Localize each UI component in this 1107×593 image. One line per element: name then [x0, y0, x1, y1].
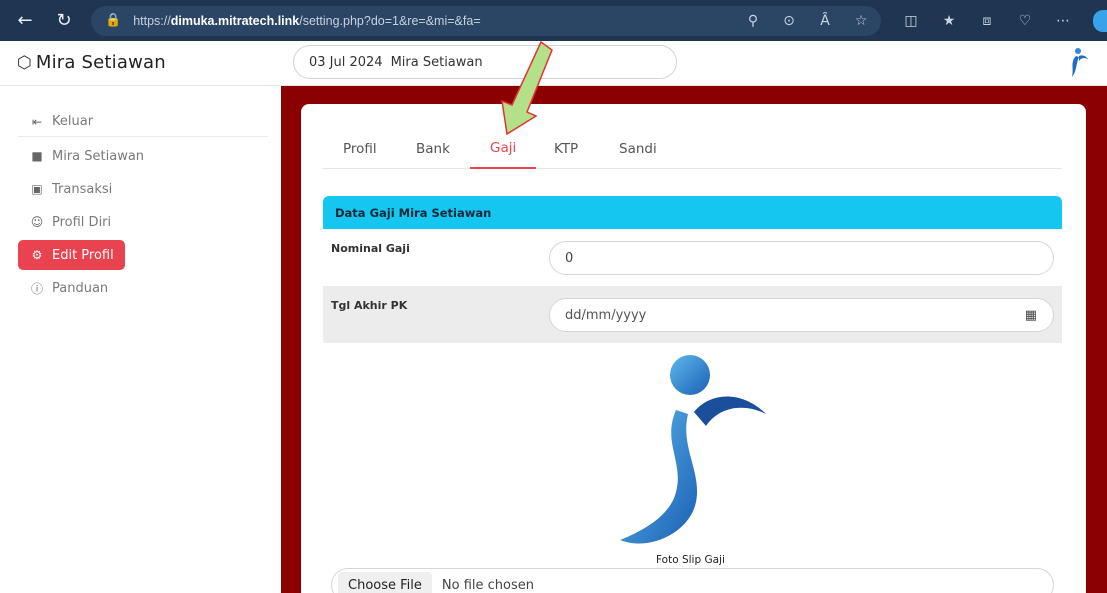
input-placeholder: dd/mm/yyyy — [565, 307, 647, 323]
sidebar-item-keluar[interactable]: ⇤ Keluar — [18, 107, 268, 137]
split-screen-icon[interactable]: ◫ — [901, 13, 921, 29]
tab-bar: Profil Bank Gaji KTP Sandi — [323, 128, 1062, 169]
browser-toolbar: ← ↻ 🔒 https://dimuka.mitratech.link/sett… — [0, 0, 1107, 41]
read-aloud-icon[interactable]: Ȃ — [815, 13, 835, 29]
tab-label: Profil — [343, 140, 377, 157]
tab-sandi[interactable]: Sandi — [619, 128, 657, 169]
file-status: No file chosen — [441, 577, 534, 593]
sidebar-item-label: Mira Setiawan — [52, 148, 145, 164]
favorites-icon[interactable]: ★ — [939, 13, 959, 29]
sidebar-item-label: Keluar — [52, 114, 94, 129]
section-title: Data Gaji Mira Setiawan — [323, 196, 1062, 229]
more-icon[interactable]: ⋯ — [1053, 13, 1073, 29]
sidebar-item-user[interactable]: ■ Mira Setiawan — [18, 141, 268, 171]
form-row-tgl-akhir-pk: Tgl Akhir PK dd/mm/yyyy ▦ — [323, 286, 1062, 343]
field-label: Nominal Gaji — [331, 242, 410, 255]
tab-label: KTP — [554, 140, 579, 157]
zoom-icon[interactable]: ⊙ — [779, 13, 799, 29]
person-icon: ☺ — [30, 215, 44, 229]
tab-label: Bank — [416, 140, 450, 157]
form-row-nominal-gaji: Nominal Gaji 0 — [323, 229, 1062, 286]
input-value: 0 — [565, 250, 574, 266]
url-text: https://dimuka.mitratech.link/setting.ph… — [133, 13, 481, 28]
favorite-icon[interactable]: ☆ — [851, 13, 871, 29]
sidebar-item-label: Transaksi — [52, 181, 113, 197]
performance-icon[interactable]: ♡ — [1015, 13, 1035, 29]
app-header: ⬡ Mira Setiawan 03 Jul 2024 Mira Setiawa… — [0, 41, 1107, 86]
window-icon: ▣ — [31, 182, 43, 196]
reload-icon[interactable]: ↻ — [49, 6, 79, 36]
company-logo-icon — [1072, 48, 1088, 77]
brand-name: Mira Setiawan — [35, 52, 166, 73]
address-bar[interactable]: 🔒 https://dimuka.mitratech.link/setting.… — [91, 5, 881, 36]
sidebar-item-label: Panduan — [52, 280, 109, 296]
tab-profil[interactable]: Profil — [343, 128, 377, 169]
choose-file-button[interactable]: Choose File — [338, 572, 432, 593]
sidebar-item-edit-profil[interactable]: ⚙ Edit Profil — [18, 240, 125, 270]
sidebar-item-panduan[interactable]: ⓘ Panduan — [18, 273, 268, 303]
help-icon: ⓘ — [30, 281, 43, 296]
tab-label: Sandi — [619, 140, 657, 157]
file-upload: Choose File No file chosen — [331, 568, 1054, 593]
header-date: 03 Jul 2024 — [309, 54, 383, 70]
sidebar-item-label: Profil Diri — [52, 214, 112, 230]
header-user: Mira Setiawan — [390, 54, 483, 70]
collections-icon[interactable]: ⧈ — [977, 13, 997, 29]
slip-gaji-image — [620, 355, 766, 544]
edge-copilot-icon[interactable] — [1093, 10, 1107, 32]
field-label: Tgl Akhir PK — [331, 299, 408, 312]
brand[interactable]: ⬡ Mira Setiawan — [17, 52, 166, 73]
header-info-pill: 03 Jul 2024 Mira Setiawan — [293, 45, 677, 79]
back-icon[interactable]: ← — [10, 6, 40, 36]
cube-icon: ⬡ — [17, 52, 32, 73]
key-icon[interactable]: ⚲ — [743, 13, 763, 29]
sidebar: ⇤ Keluar ■ Mira Setiawan ▣ Transaksi ☺ P… — [0, 86, 281, 593]
tab-label: Gaji — [490, 139, 517, 156]
tgl-akhir-pk-input[interactable]: dd/mm/yyyy ▦ — [549, 298, 1054, 332]
user-card-icon: ■ — [31, 149, 43, 163]
sidebar-item-transaksi[interactable]: ▣ Transaksi — [18, 174, 268, 204]
tab-bank[interactable]: Bank — [416, 128, 450, 169]
gear-icon: ⚙ — [31, 248, 43, 262]
nominal-gaji-input[interactable]: 0 — [549, 241, 1054, 275]
lock-icon[interactable]: 🔒 — [105, 13, 121, 28]
logout-icon: ⇤ — [31, 114, 43, 129]
tab-ktp[interactable]: KTP — [554, 128, 578, 169]
slip-caption: Foto Slip Gaji — [656, 554, 725, 566]
tab-gaji[interactable]: Gaji — [470, 128, 537, 169]
sidebar-item-profil-diri[interactable]: ☺ Profil Diri — [18, 207, 268, 237]
calendar-icon[interactable]: ▦ — [1025, 308, 1037, 323]
sidebar-item-label: Edit Profil — [52, 247, 114, 263]
